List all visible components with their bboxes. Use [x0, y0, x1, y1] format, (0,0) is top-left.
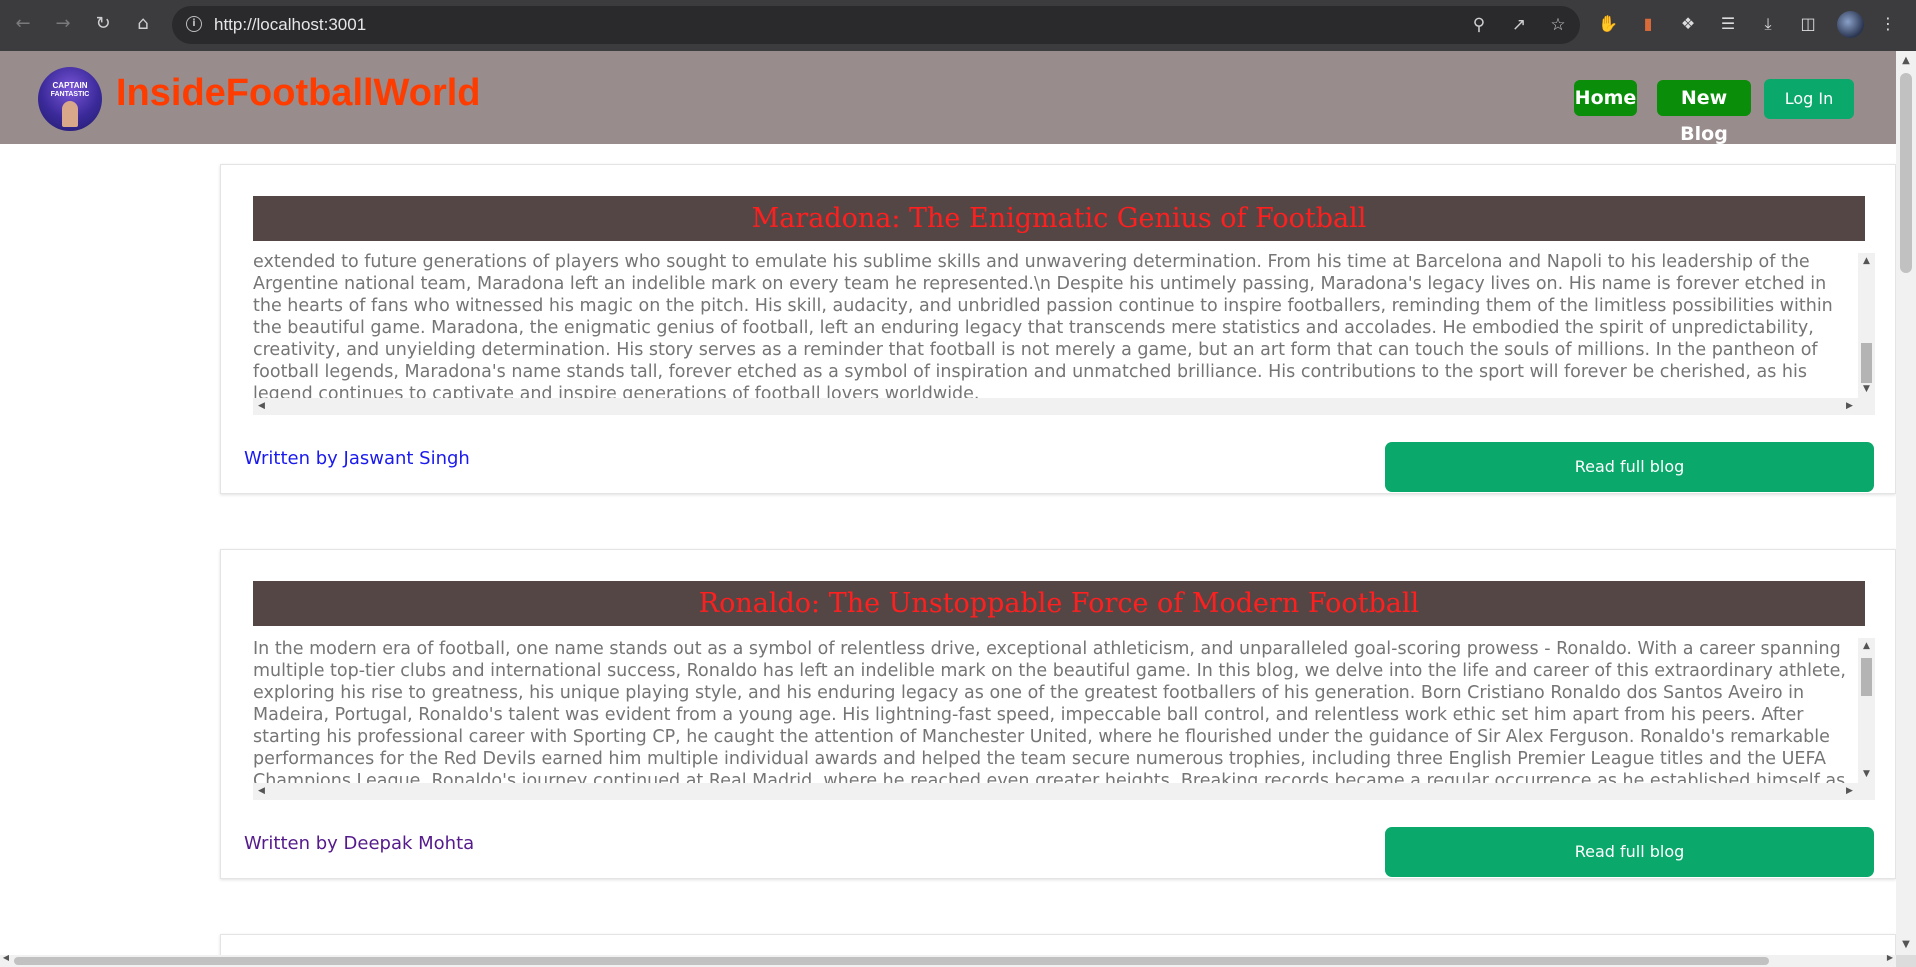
page-hscroll-thumb[interactable]: [14, 957, 1769, 965]
side-panel-icon[interactable]: ◫: [1796, 12, 1820, 36]
extensions-puzzle-icon[interactable]: ❖: [1676, 12, 1700, 36]
blog-card: [220, 934, 1896, 955]
blog-excerpt: In the modern era of football, one name …: [253, 639, 1846, 791]
scroll-left-icon[interactable]: ◀: [253, 398, 270, 415]
blog-title: Ronaldo: The Unstoppable Force of Modern…: [253, 581, 1865, 626]
blog-excerpt-scrollbox[interactable]: In the modern era of football, one name …: [253, 638, 1875, 800]
scroll-right-icon[interactable]: ▶: [1841, 783, 1858, 800]
scroll-down-icon[interactable]: ▼: [1858, 766, 1875, 783]
extension-book-icon[interactable]: ▮: [1636, 12, 1660, 36]
scroll-up-icon[interactable]: ▲: [1858, 638, 1875, 655]
media-queue-icon[interactable]: ☰: [1716, 12, 1740, 36]
site-info-icon[interactable]: i: [186, 16, 202, 32]
share-icon[interactable]: ↗: [1508, 14, 1530, 36]
home-icon[interactable]: ⌂: [132, 13, 154, 35]
logo-text-line-2: FANTASTIC: [50, 91, 90, 98]
menu-kebab-icon[interactable]: ⋮: [1876, 12, 1900, 36]
reload-icon[interactable]: ↻: [92, 13, 114, 35]
scroll-thumb[interactable]: [1861, 658, 1872, 696]
browser-toolbar: ← → ↻ ⌂ i http://localhost:3001 ⚲ ↗ ☆ ✋ …: [0, 0, 1916, 51]
scroll-down-icon[interactable]: ▼: [1858, 381, 1875, 398]
blog-card: Ronaldo: The Unstoppable Force of Modern…: [220, 549, 1896, 879]
page-scroll-up-icon[interactable]: ▲: [1896, 51, 1916, 71]
profile-avatar[interactable]: [1837, 11, 1864, 38]
blog-card: Maradona: The Enigmatic Genius of Footba…: [220, 164, 1896, 494]
login-button[interactable]: Log In: [1764, 79, 1854, 119]
page-scroll-thumb[interactable]: [1900, 73, 1912, 273]
site-header: CAPTAIN FANTASTIC InsideFootballWorld Ho…: [0, 51, 1896, 145]
blog-author-link[interactable]: Written by Jaswant Singh: [244, 448, 470, 469]
excerpt-vertical-scrollbar[interactable]: ▲ ▼: [1858, 638, 1875, 783]
scroll-right-icon[interactable]: ▶: [1841, 398, 1858, 415]
scroll-up-icon[interactable]: ▲: [1858, 253, 1875, 270]
address-bar[interactable]: i http://localhost:3001 ⚲ ↗ ☆: [172, 6, 1580, 44]
page-vertical-scrollbar[interactable]: ▲ ▼: [1896, 51, 1916, 955]
blog-title: Maradona: The Enigmatic Genius of Footba…: [253, 196, 1865, 241]
page-horizontal-scrollbar[interactable]: ◀ ▶: [0, 952, 1896, 967]
zoom-icon[interactable]: ⚲: [1468, 14, 1490, 36]
read-full-blog-button[interactable]: Read full blog: [1385, 827, 1874, 877]
read-full-blog-button[interactable]: Read full blog: [1385, 442, 1874, 492]
site-title[interactable]: InsideFootballWorld: [116, 72, 481, 115]
download-icon[interactable]: ⤓: [1756, 12, 1780, 36]
logo-player-figure: [62, 101, 78, 127]
page-scroll-down-icon[interactable]: ▼: [1896, 935, 1916, 955]
blog-author-link[interactable]: Written by Deepak Mohta: [244, 833, 474, 854]
bookmark-star-icon[interactable]: ☆: [1547, 14, 1569, 36]
url-text[interactable]: http://localhost:3001: [214, 15, 366, 35]
scroll-left-icon[interactable]: ◀: [253, 783, 270, 800]
excerpt-horizontal-scrollbar[interactable]: ◀ ▶: [253, 783, 1875, 800]
excerpt-vertical-scrollbar[interactable]: ▲ ▼: [1858, 253, 1875, 398]
nav-home-link[interactable]: Home: [1574, 80, 1637, 116]
blog-excerpt: extended to future generations of player…: [253, 253, 1833, 404]
extension-stop-icon[interactable]: ✋: [1596, 12, 1620, 36]
page-scroll-right-icon[interactable]: ▶: [1884, 952, 1896, 964]
back-icon[interactable]: ←: [12, 13, 34, 35]
scrollbar-corner: [1896, 955, 1916, 967]
logo-text-line-1: CAPTAIN: [52, 81, 88, 90]
blog-excerpt-scrollbox[interactable]: extended to future generations of player…: [253, 253, 1875, 415]
page-scroll-left-icon[interactable]: ◀: [0, 952, 12, 964]
forward-icon[interactable]: →: [52, 13, 74, 35]
excerpt-horizontal-scrollbar[interactable]: ◀ ▶: [253, 398, 1875, 415]
nav-new-blog-link[interactable]: New Blog: [1657, 80, 1751, 145]
scroll-thumb[interactable]: [1861, 343, 1872, 383]
site-logo[interactable]: CAPTAIN FANTASTIC: [38, 67, 102, 131]
page-viewport: CAPTAIN FANTASTIC InsideFootballWorld Ho…: [0, 51, 1896, 955]
